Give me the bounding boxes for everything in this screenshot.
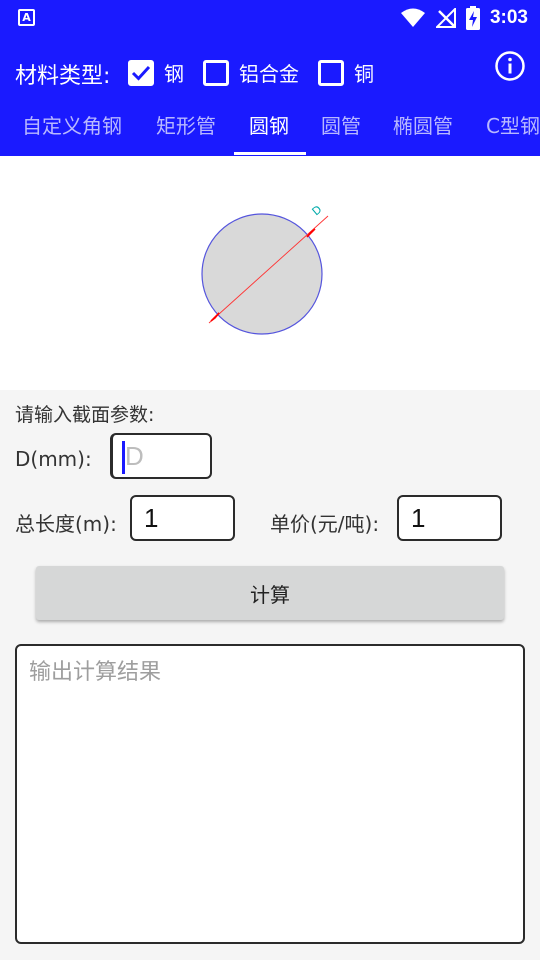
status-time: 3:03 bbox=[489, 7, 528, 28]
checkbox-unchecked[interactable] bbox=[203, 59, 229, 86]
diameter-input[interactable] bbox=[110, 433, 212, 479]
dimension-arrow-top bbox=[306, 228, 316, 238]
material-checkbox-copper[interactable]: 铜 bbox=[318, 58, 374, 87]
material-checkbox-steel[interactable]: 钢 bbox=[128, 58, 184, 87]
checkbox-label: 铝合金 bbox=[239, 62, 299, 86]
status-bar: A 3:03 bbox=[0, 0, 540, 36]
cross-section-figure: D bbox=[0, 156, 540, 390]
material-type-label: 材料类型: bbox=[15, 64, 111, 89]
tab-round-tube[interactable]: 圆管 bbox=[321, 106, 361, 156]
length-input[interactable] bbox=[130, 495, 235, 541]
check-icon bbox=[131, 65, 151, 81]
tab-oval-tube[interactable]: 椭圆管 bbox=[393, 106, 453, 156]
status-icons: 3:03 bbox=[400, 5, 528, 31]
tab-c-steel[interactable]: C型钢 bbox=[486, 106, 540, 156]
material-checkbox-aluminum[interactable]: 铝合金 bbox=[203, 58, 299, 87]
tab-rectangular-tube[interactable]: 矩形管 bbox=[156, 106, 216, 156]
diameter-label: D(mm): bbox=[15, 447, 92, 471]
output-result-area[interactable] bbox=[15, 644, 525, 944]
material-type-row: 材料类型: 钢 铝合金 铜 bbox=[0, 50, 540, 94]
app-header: A 3:03 材料类型: 钢 铝合金 铜 自定义角钢 矩形管 圆钢 圆管 椭圆管… bbox=[0, 0, 540, 156]
price-input[interactable] bbox=[397, 495, 502, 541]
battery-charging-icon bbox=[465, 6, 480, 30]
section-title: 请输入截面参数: bbox=[15, 404, 155, 426]
info-icon bbox=[495, 51, 525, 81]
dimension-label: D bbox=[310, 203, 325, 218]
tab-round-steel[interactable]: 圆钢 bbox=[249, 106, 289, 156]
checkbox-checked[interactable] bbox=[128, 59, 154, 86]
dimension-arrow-bottom bbox=[210, 312, 220, 322]
text-cursor bbox=[122, 441, 125, 474]
length-label: 总长度(m): bbox=[15, 512, 117, 536]
checkbox-label: 钢 bbox=[164, 62, 184, 86]
cross-section-circle bbox=[201, 213, 323, 335]
price-label: 单价(元/吨): bbox=[270, 512, 380, 536]
no-signal-icon bbox=[435, 8, 456, 28]
checkbox-unchecked[interactable] bbox=[318, 59, 344, 86]
info-button[interactable] bbox=[494, 50, 526, 82]
calculate-button[interactable]: 计算 bbox=[36, 566, 504, 620]
checkbox-label: 铜 bbox=[354, 62, 374, 86]
app-notification-icon: A bbox=[18, 9, 35, 26]
tab-custom-angle-steel[interactable]: 自定义角钢 bbox=[22, 106, 122, 156]
round-steel-diagram: D bbox=[201, 203, 329, 335]
wifi-icon bbox=[400, 8, 425, 27]
tab-indicator bbox=[234, 152, 306, 155]
shape-tabs: 自定义角钢 矩形管 圆钢 圆管 椭圆管 C型钢 bbox=[0, 106, 540, 156]
